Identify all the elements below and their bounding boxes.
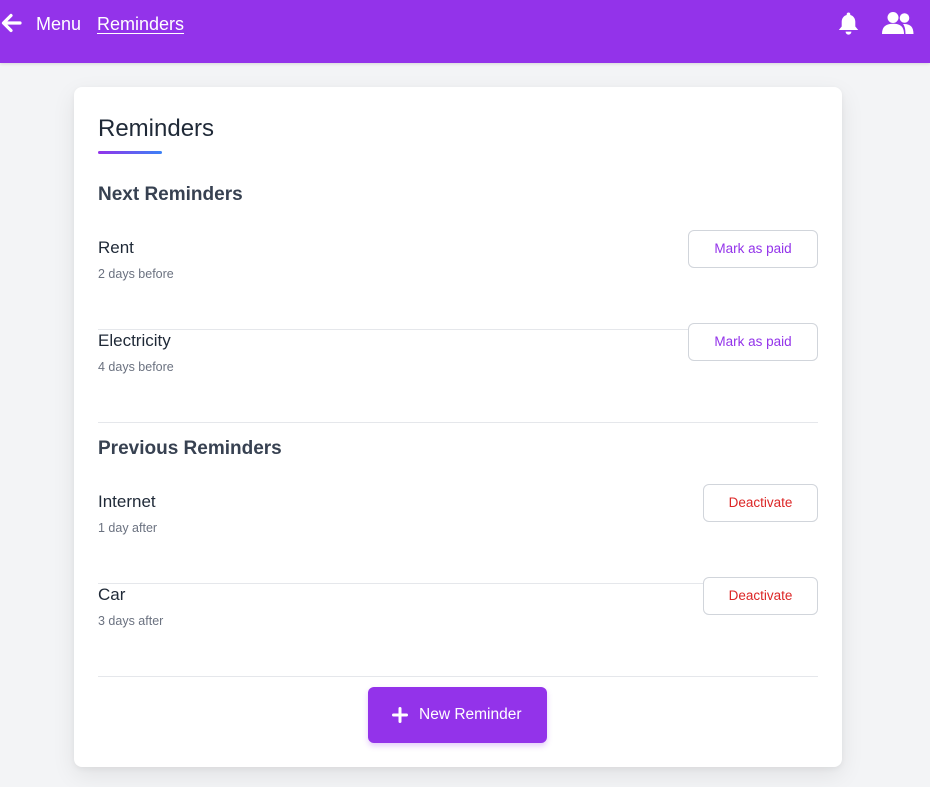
breadcrumb-reminders[interactable]: Reminders (97, 13, 184, 35)
reminder-timing: 4 days before (98, 360, 174, 374)
next-reminders-heading: Next Reminders (98, 184, 243, 205)
bell-icon[interactable] (837, 11, 860, 36)
title-underline (98, 151, 162, 154)
reminder-timing: 2 days before (98, 267, 174, 281)
arrow-left-icon[interactable] (0, 12, 22, 34)
reminder-timing: 1 day after (98, 521, 158, 535)
plus-icon (392, 707, 408, 723)
deactivate-button[interactable]: Deactivate (703, 577, 818, 615)
reminder-name: Car (98, 585, 126, 604)
reminders-card: Reminders Next Reminders Rent 2 days bef… (74, 87, 842, 767)
previous-reminders-heading: Previous Reminders (98, 438, 282, 459)
mark-as-paid-button[interactable]: Mark as paid (688, 230, 818, 268)
new-reminder-label: New Reminder (419, 706, 522, 723)
reminder-name: Rent (98, 238, 134, 257)
reminder-row-rent: Rent 2 days before Mark as paid (98, 230, 818, 330)
deactivate-button[interactable]: Deactivate (703, 484, 818, 522)
reminder-timing: 3 days after (98, 614, 164, 628)
reminder-row-electricity: Electricity 4 days before Mark as paid (98, 323, 818, 423)
reminder-row-internet: Internet 1 day after Deactivate (98, 484, 818, 584)
reminder-name: Internet (98, 492, 156, 511)
top-nav-bar: Menu Reminders (0, 0, 930, 63)
mark-as-paid-button[interactable]: Mark as paid (688, 323, 818, 361)
reminder-row-car: Car 3 days after Deactivate (98, 577, 818, 677)
users-icon[interactable] (881, 11, 914, 35)
menu-link[interactable]: Menu (36, 13, 81, 35)
reminder-name: Electricity (98, 331, 171, 350)
new-reminder-button[interactable]: New Reminder (368, 687, 547, 743)
page-title: Reminders (98, 115, 215, 142)
